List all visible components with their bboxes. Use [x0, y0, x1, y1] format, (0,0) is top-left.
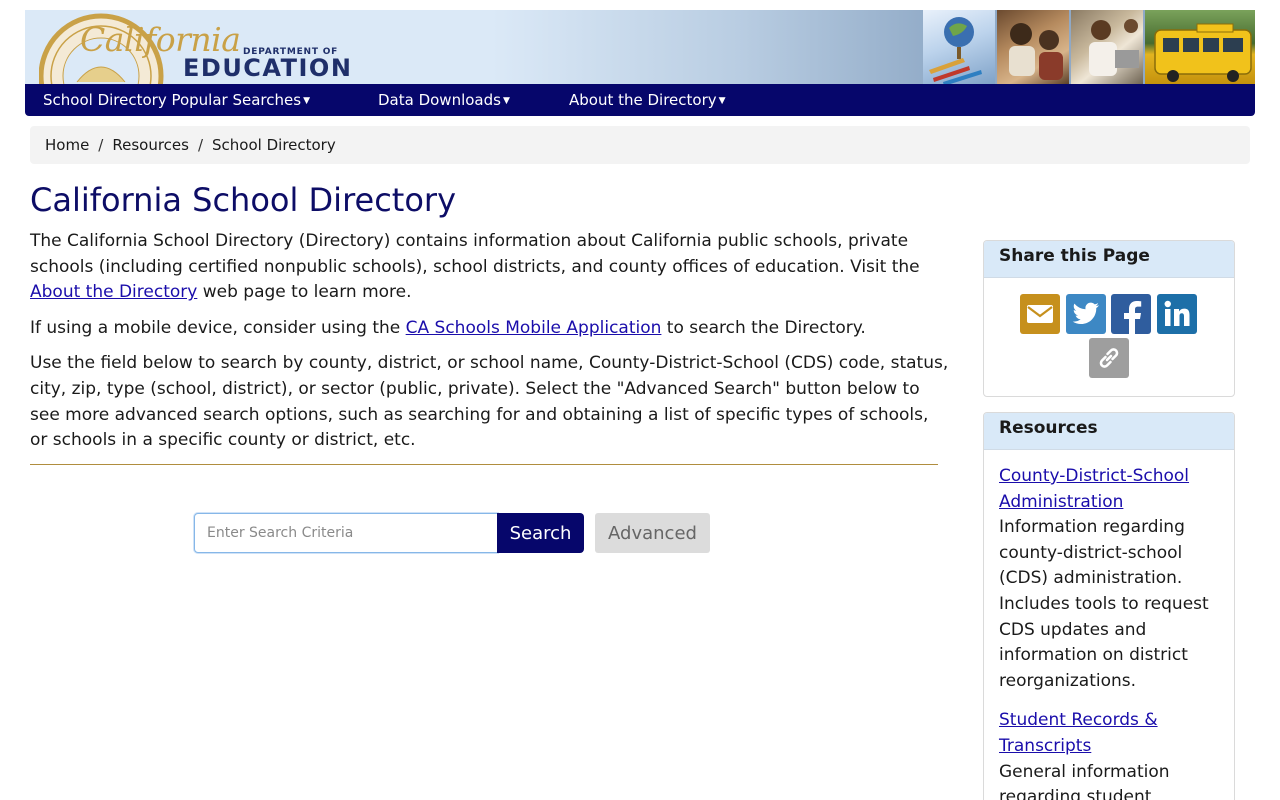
linkedin-icon: [1164, 300, 1190, 326]
resource-description: General information regarding student: [999, 761, 1170, 800]
resources-list: County-District-School Administration In…: [984, 450, 1234, 800]
main-nav: School Directory Popular Searches ▼ Data …: [25, 84, 1255, 116]
link-icon: [1099, 348, 1119, 368]
advanced-search-button[interactable]: Advanced: [595, 513, 710, 553]
facebook-share-button[interactable]: [1111, 294, 1151, 334]
page-title: California School Directory: [30, 181, 457, 219]
twitter-icon: [1072, 302, 1099, 325]
nav-popular-searches[interactable]: School Directory Popular Searches ▼: [43, 91, 310, 109]
intro-paragraph-2: If using a mobile device, consider using…: [30, 317, 866, 338]
logo-education: EDUCATION: [183, 54, 353, 82]
intro-paragraph-3: Use the field below to search by county,…: [30, 353, 949, 451]
nav-data-downloads[interactable]: Data Downloads ▼: [378, 91, 510, 109]
breadcrumb: Home / Resources / School Directory: [30, 126, 1250, 164]
share-icons: [984, 278, 1234, 396]
nav-label: Data Downloads: [378, 91, 501, 109]
resource-link-cds-administration[interactable]: County-District-School Administration: [999, 464, 1219, 515]
resources-card: Resources County-District-School Adminis…: [983, 412, 1235, 800]
breadcrumb-resources[interactable]: Resources: [112, 136, 189, 154]
breadcrumb-separator: /: [98, 136, 104, 154]
banner-photo-school-bus: [1145, 10, 1255, 84]
resource-link-student-records[interactable]: Student Records & Transcripts: [999, 708, 1219, 759]
resource-description: Information regarding county-district-sc…: [999, 517, 1209, 691]
email-icon: [1027, 305, 1053, 323]
mobile-app-link[interactable]: CA Schools Mobile Application: [406, 318, 662, 338]
copy-link-button[interactable]: [1089, 338, 1129, 378]
section-divider: [30, 464, 938, 465]
breadcrumb-separator: /: [197, 136, 204, 154]
banner-photo-globe: [923, 10, 995, 84]
nav-label: School Directory Popular Searches: [43, 91, 302, 109]
resources-card-title: Resources: [984, 413, 1234, 450]
linkedin-share-button[interactable]: [1157, 294, 1197, 334]
nav-about-directory[interactable]: About the Directory ▼: [569, 91, 726, 109]
breadcrumb-home[interactable]: Home: [45, 136, 89, 154]
email-share-button[interactable]: [1020, 294, 1060, 334]
caret-down-icon: ▼: [502, 96, 510, 106]
banner-photo-classroom: [1071, 10, 1143, 84]
breadcrumb-current: School Directory: [212, 136, 336, 154]
intro-paragraph-1: The California School Directory (Directo…: [30, 231, 920, 303]
about-directory-link[interactable]: About the Directory: [30, 282, 197, 302]
caret-down-icon: ▼: [718, 96, 726, 106]
banner-photo-students: [997, 10, 1069, 84]
intro-text: The California School Directory (Directo…: [30, 229, 950, 464]
site-banner: California DEPARTMENT OF EDUCATION: [25, 10, 1255, 84]
share-card-title: Share this Page: [984, 241, 1234, 278]
caret-down-icon: ▼: [303, 96, 310, 106]
facebook-icon: [1124, 301, 1142, 334]
twitter-share-button[interactable]: [1066, 294, 1106, 334]
search-button[interactable]: Search: [497, 513, 584, 553]
search-input[interactable]: [194, 513, 498, 553]
nav-label: About the Directory: [569, 91, 717, 109]
share-card: Share this Page: [983, 240, 1235, 397]
